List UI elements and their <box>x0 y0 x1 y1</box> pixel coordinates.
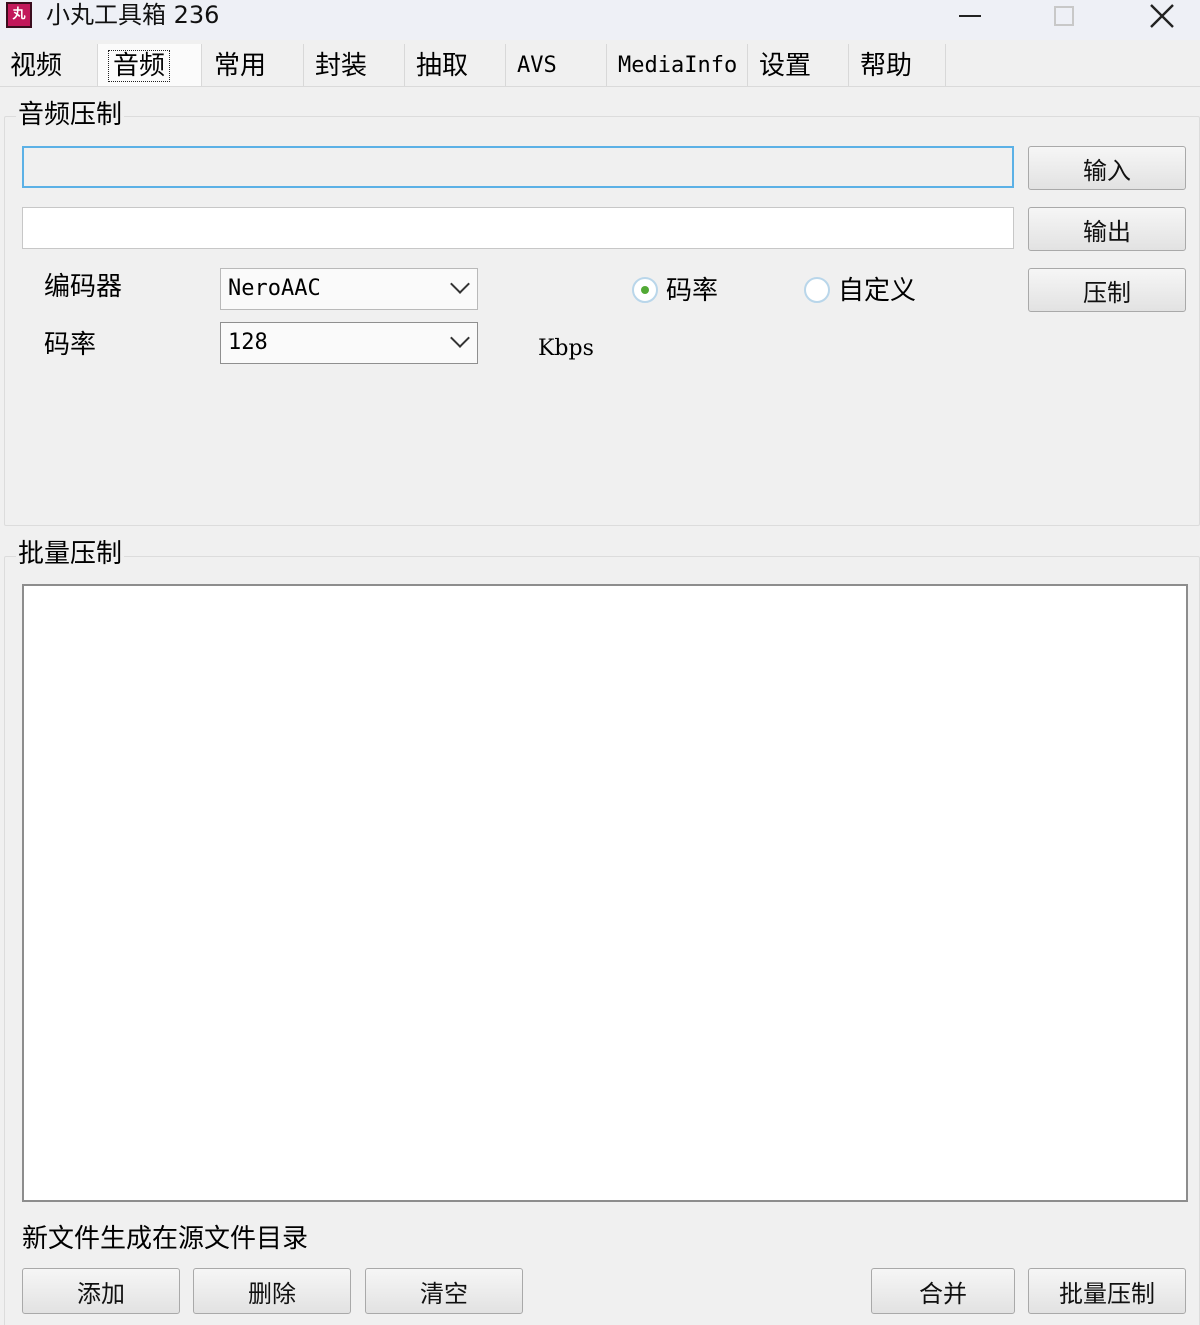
tab-settings[interactable]: 设置 <box>749 44 849 86</box>
radio-mode-custom[interactable] <box>804 277 830 303</box>
bitrate-value: 128 <box>228 330 268 355</box>
encoder-value: NeroAAC <box>228 276 321 301</box>
tab-divider <box>0 86 1200 87</box>
tab-avs[interactable]: AVS <box>507 44 607 86</box>
merge-button[interactable]: 合并 <box>871 1268 1015 1314</box>
clear-button[interactable]: 清空 <box>365 1268 523 1314</box>
bitrate-unit-label: Kbps <box>538 336 594 361</box>
audio-encode-title: 音频压制 <box>16 99 125 131</box>
chevron-down-icon <box>450 328 470 348</box>
bitrate-label: 码率 <box>44 330 97 360</box>
output-location-note: 新文件生成在源文件目录 <box>22 1224 309 1254</box>
tab-label: 抽取 <box>416 51 469 81</box>
encoder-select[interactable]: NeroAAC <box>220 268 478 310</box>
add-button[interactable]: 添加 <box>22 1268 180 1314</box>
output-button[interactable]: 输出 <box>1028 207 1186 251</box>
maximize-button[interactable] <box>1036 0 1092 32</box>
tab-label: 音频 <box>108 50 171 82</box>
radio-mode-bitrate-label: 码率 <box>666 276 719 306</box>
tab-mux[interactable]: 封装 <box>305 44 405 86</box>
bitrate-select[interactable]: 128 <box>220 322 478 364</box>
radio-selected-dot <box>641 286 649 294</box>
radio-mode-bitrate[interactable] <box>632 277 658 303</box>
tab-help[interactable]: 帮助 <box>850 44 946 86</box>
minimize-button[interactable] <box>942 0 998 32</box>
delete-button[interactable]: 删除 <box>193 1268 351 1314</box>
tab-label: AVS <box>517 53 557 78</box>
tab-extract[interactable]: 抽取 <box>406 44 506 86</box>
tab-label: 封装 <box>315 51 368 81</box>
close-icon <box>1150 4 1174 28</box>
tab-strip: 视频 音频 常用 封装 抽取 AVS MediaInfo 设置 帮助 <box>0 44 1200 88</box>
tab-label: 设置 <box>759 51 812 81</box>
encode-button[interactable]: 压制 <box>1028 268 1186 312</box>
minimize-icon <box>959 15 981 17</box>
tab-label: 常用 <box>214 51 267 81</box>
maximize-icon <box>1054 6 1074 26</box>
input-button[interactable]: 输入 <box>1028 146 1186 190</box>
input-path-field[interactable] <box>22 146 1014 188</box>
tab-label: 视频 <box>10 51 63 81</box>
tab-label: MediaInfo <box>618 53 738 78</box>
radio-mode-custom-label: 自定义 <box>838 276 917 306</box>
close-button[interactable] <box>1134 0 1190 32</box>
tab-video[interactable]: 视频 <box>0 44 98 86</box>
tab-common[interactable]: 常用 <box>204 44 304 86</box>
window-title: 小丸工具箱 236 <box>46 1 220 29</box>
tab-audio[interactable]: 音频 <box>98 44 202 86</box>
tab-label: 帮助 <box>860 51 913 81</box>
app-icon: 丸 <box>6 2 32 28</box>
chevron-down-icon <box>450 274 470 294</box>
batch-encode-title: 批量压制 <box>16 538 125 570</box>
encoder-label: 编码器 <box>44 272 123 302</box>
output-path-field[interactable] <box>22 207 1014 249</box>
batch-encode-button[interactable]: 批量压制 <box>1028 1268 1186 1314</box>
batch-file-list[interactable] <box>22 584 1188 1202</box>
tab-mediainfo[interactable]: MediaInfo <box>608 44 748 86</box>
